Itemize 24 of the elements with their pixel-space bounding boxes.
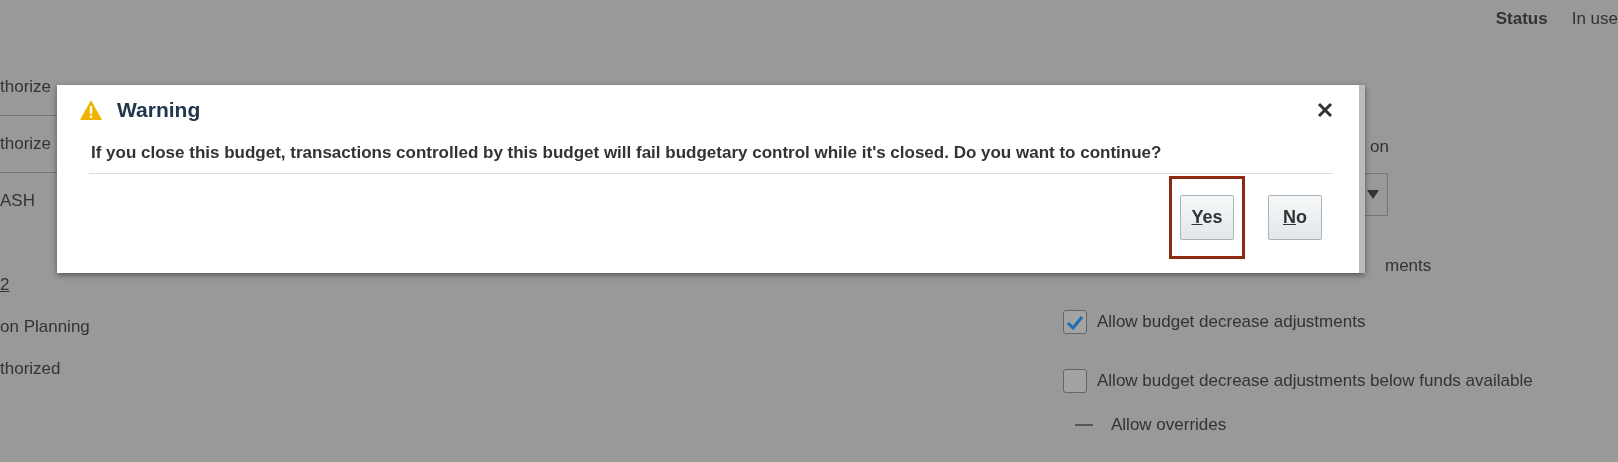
dialog-button[interactable]: Yes bbox=[1180, 195, 1234, 240]
dash-icon bbox=[1075, 424, 1093, 426]
dialog-title: Warning bbox=[117, 98, 202, 122]
field-label: on bbox=[1370, 137, 1390, 157]
checkbox[interactable] bbox=[1063, 310, 1087, 334]
option-label: ments bbox=[1385, 256, 1432, 276]
status-label: Status bbox=[1495, 9, 1548, 30]
field-link[interactable]: 2 bbox=[0, 275, 10, 294]
option-label: Allow budget decrease adjustments below funds available bbox=[1097, 371, 1533, 391]
field-value: thorize bbox=[0, 77, 52, 96]
close-icon[interactable] bbox=[1317, 102, 1333, 118]
check-icon bbox=[1066, 314, 1084, 330]
option-label: Allow budget decrease adjustments bbox=[1097, 312, 1366, 332]
field-value: ASH bbox=[0, 191, 35, 210]
field-value: thorize bbox=[0, 134, 52, 153]
dialog-message: If you close this budget, transactions controlled by this budget will fail budgetary control while it's closed. Do you want to continue? bbox=[91, 143, 1163, 163]
caret-icon bbox=[1367, 190, 1379, 199]
status-value: In use bbox=[1571, 9, 1618, 30]
warning-icon bbox=[79, 99, 103, 121]
option-label: Allow overrides bbox=[1111, 415, 1227, 435]
dialog-button[interactable]: No bbox=[1268, 195, 1322, 240]
field-value: on Planning bbox=[0, 317, 90, 336]
checkbox[interactable] bbox=[1063, 369, 1087, 393]
field-value: thorized bbox=[0, 359, 61, 378]
